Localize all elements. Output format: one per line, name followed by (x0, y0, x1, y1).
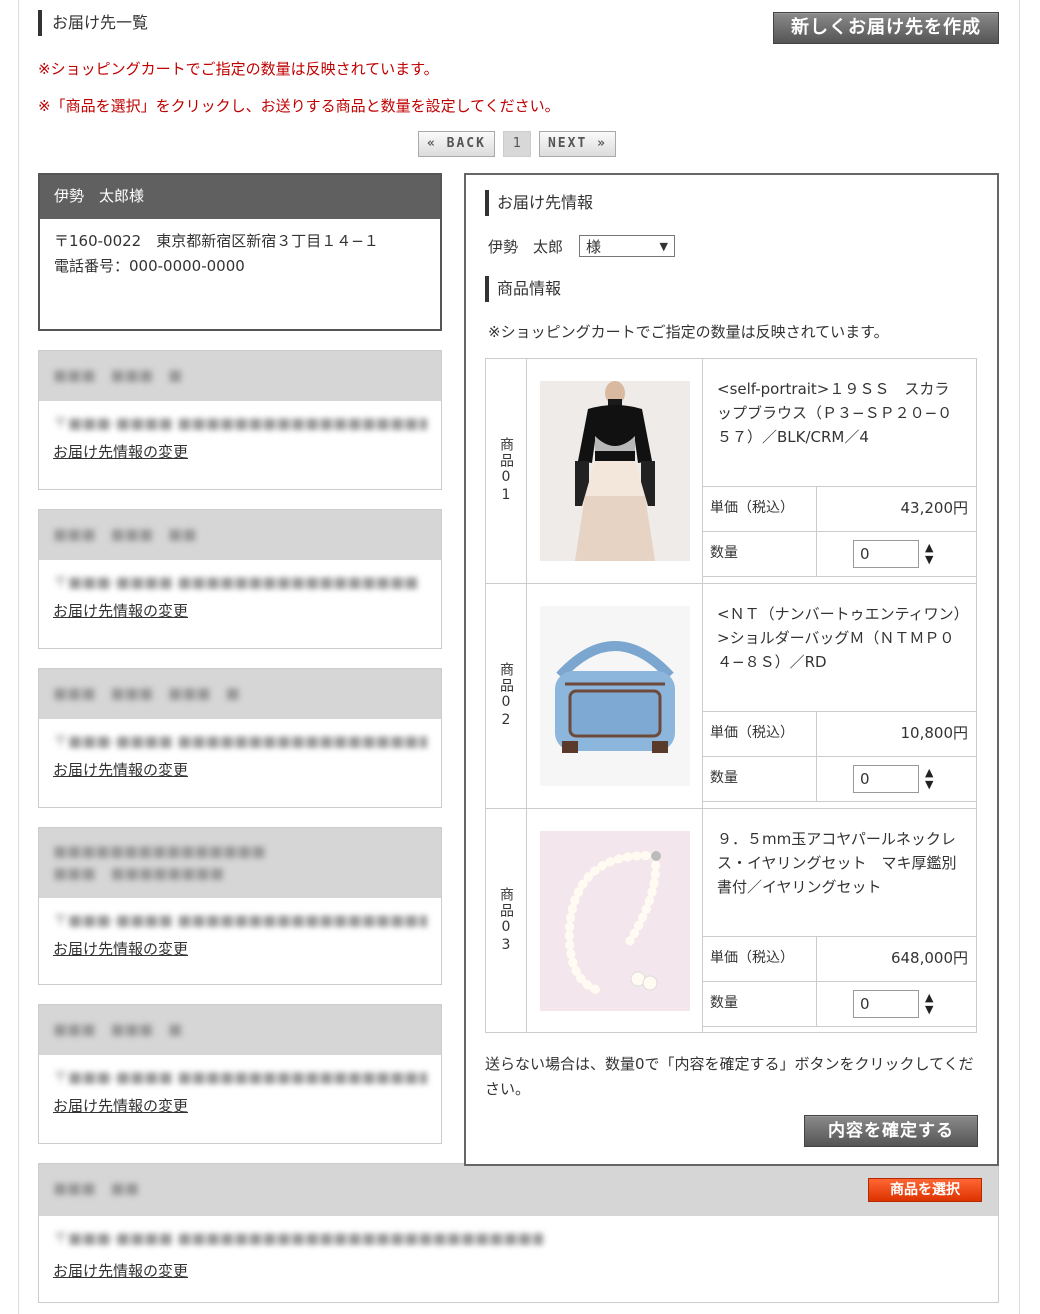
items-table: 商品01 <self-portrait>１９ＳＳ スカラップブラウス（Ｐ３−ＳＰ… (485, 358, 977, 1033)
item-price: 648,000円 (890, 949, 968, 967)
item-row: 商品03 ９．５mm玉アコヤパールネックレス・イヤリングセット マキ厚鑑別書付／… (486, 809, 976, 1032)
item-number: 商品03 (498, 886, 514, 955)
address-card: ■■■ ■■■ ■ 〒■■■-■■■■ ■■■■■■■■■■■■■■■■■■■■… (38, 350, 442, 490)
change-address-link[interactable]: お届け先情報の変更 (53, 937, 427, 962)
quantity-stepper[interactable]: ▲ ▼ (925, 767, 933, 791)
blurred-name: ■■■ ■■■ ■ (53, 366, 183, 384)
down-arrow-icon[interactable]: ▼ (925, 779, 933, 791)
blurred-name: ■■■ ■■■ ■ (53, 1020, 183, 1038)
item-name: <ＮＴ（ナンバートゥエンティワン）>ショルダーバッグＭ（ＮＴＭＰ０４−８Ｓ）／R… (703, 584, 976, 712)
back-button[interactable]: « BACK (418, 131, 495, 157)
next-button[interactable]: NEXT » (538, 131, 616, 157)
blurred-name: ■■■ ■■■ ■■■ ■ (53, 684, 240, 702)
blurred-name: ■■■ ■■■■■■■■ (53, 864, 224, 882)
item-row: 商品01 <self-portrait>１９ＳＳ スカラップブラウス（Ｐ３−ＳＰ… (486, 359, 976, 584)
item-number: 商品01 (498, 437, 514, 505)
blurred-address: 〒■■■-■■■■ ■■■■■■■■■■■■■■■■■■■■■■■ (53, 911, 427, 929)
product-image-bag (539, 606, 690, 786)
item-name: <self-portrait>１９ＳＳ スカラップブラウス（Ｐ３−ＳＰ２０−０５… (703, 359, 976, 487)
item-price: 43,200円 (900, 499, 969, 517)
item-number: 商品02 (498, 662, 514, 730)
quantity-stepper[interactable]: ▲ ▼ (925, 542, 933, 566)
footer-note: 送らない場合は、数量0で「内容を確定する」ボタンをクリックしてください。 (485, 1055, 974, 1098)
address-card-wide: ■■■ ■■ 商品を選択 〒■■■-■■■■ ■■■■■■■■■■■■■■■■■… (38, 1163, 999, 1303)
address-card: ■■■ ■■■ ■■ 〒■■■-■■■■ ■■■■■■■■■■■■■■■■■ ■… (38, 509, 442, 649)
items-section-title: 商品情報 (485, 276, 561, 302)
notice-cart: ※ショッピングカートでご指定の数量は反映されています。 (38, 60, 439, 78)
blurred-name: ■■■■■■■■■■■■■■■ (53, 842, 266, 860)
recipient-name: 伊勢 太郎様 (40, 175, 440, 219)
quantity-stepper[interactable]: ▲ ▼ (925, 992, 933, 1016)
address-card: ■■■ ■■■ ■ 〒■■■-■■■■ ■■■■■■■■■■■■■■■■■■■■… (38, 1004, 442, 1144)
product-image-blouse (539, 381, 690, 561)
down-arrow-icon[interactable]: ▼ (925, 1004, 933, 1016)
change-address-link[interactable]: お届け先情報の変更 (53, 758, 427, 783)
down-arrow-icon[interactable]: ▼ (925, 554, 933, 566)
phone-text: 電話番号：000-0000-0000 (54, 257, 245, 275)
page-title: お届け先一覧 (38, 10, 148, 36)
qty-label: 数量 (703, 532, 817, 576)
notice-select: ※「商品を選択」をクリックし、お送りする商品と数量を設定してください。 (38, 97, 560, 115)
change-address-link[interactable]: お届け先情報の変更 (53, 440, 427, 465)
panel-note: ※ショッピングカートでご指定の数量は反映されています。 (488, 323, 889, 341)
change-address-link[interactable]: お届け先情報の変更 (53, 599, 427, 624)
page-number[interactable]: 1 (502, 131, 531, 157)
blurred-address: 〒■■■-■■■■ ■■■■■■■■■■■■■■■■■■■■■■■ (53, 1068, 427, 1086)
address-card: ■■■■■■■■■■■■■■■ ■■■ ■■■■■■■■ 〒■■■-■■■■ ■■… (38, 827, 442, 985)
blurred-name: ■■■ ■■■ ■■ (53, 525, 197, 543)
item-price: 10,800円 (900, 724, 969, 742)
address-card-active: 伊勢 太郎様 〒160-0022 東京都新宿区新宿３丁目１４−１ 電話番号：00… (38, 173, 442, 331)
panel-recipient-name: 伊勢 太郎 (488, 237, 564, 256)
create-address-button[interactable]: 新しくお届け先を作成 (773, 12, 999, 44)
price-label: 単価（税込） (703, 937, 817, 981)
quantity-input[interactable]: 0 (853, 540, 919, 568)
item-name: ９．５mm玉アコヤパールネックレス・イヤリングセット マキ厚鑑別書付／イヤリング… (703, 809, 976, 937)
blurred-address: 〒■■■-■■■■ ■■■■■■■■■■■■■■■■■■■■■■■ (53, 414, 427, 432)
honorific-value: 様 (586, 237, 602, 256)
quantity-input[interactable]: 0 (853, 990, 919, 1018)
recipient-section-title: お届け先情報 (485, 190, 593, 216)
blurred-address: 〒■■■-■■■■ ■■■■■■■■■■■■■■■■■ ■■■■■ (53, 573, 427, 591)
blurred-address: 〒■■■-■■■■ ■■■■■■■■■■■■■■■■■■■■■■■■■■■■■■… (53, 1229, 543, 1247)
blurred-name: ■■■ ■■ (53, 1179, 139, 1197)
qty-label: 数量 (703, 982, 817, 1026)
item-selection-panel: お届け先情報 伊勢 太郎 様 ▼ 商品情報 ※ショッピングカートでご指定の数量は… (464, 173, 999, 1166)
address-text: 〒160-0022 東京都新宿区新宿３丁目１４−１ (54, 232, 379, 250)
select-items-button[interactable]: 商品を選択 (868, 1178, 982, 1202)
blurred-address: 〒■■■-■■■■ ■■■■■■■■■■■■■■■■■■■■■■■ (53, 732, 427, 750)
pagination: « BACK 1 NEXT » (418, 131, 616, 157)
dropdown-arrow-icon: ▼ (659, 239, 669, 253)
honorific-select[interactable]: 様 ▼ (579, 235, 676, 257)
change-address-link[interactable]: お届け先情報の変更 (53, 1094, 427, 1119)
price-label: 単価（税込） (703, 487, 817, 531)
quantity-input[interactable]: 0 (853, 765, 919, 793)
qty-label: 数量 (703, 757, 817, 801)
item-row: 商品02 <ＮＴ（ナンバートゥエンティワン）>ショルダーバッグＭ（ＮＴＭＰ０４−… (486, 584, 976, 809)
product-image-pearl (539, 830, 690, 1011)
change-address-link[interactable]: お届け先情報の変更 (53, 1259, 984, 1284)
confirm-button[interactable]: 内容を確定する (804, 1115, 978, 1147)
address-card: ■■■ ■■■ ■■■ ■ 〒■■■-■■■■ ■■■■■■■■■■■■■■■■… (38, 668, 442, 808)
price-label: 単価（税込） (703, 712, 817, 756)
